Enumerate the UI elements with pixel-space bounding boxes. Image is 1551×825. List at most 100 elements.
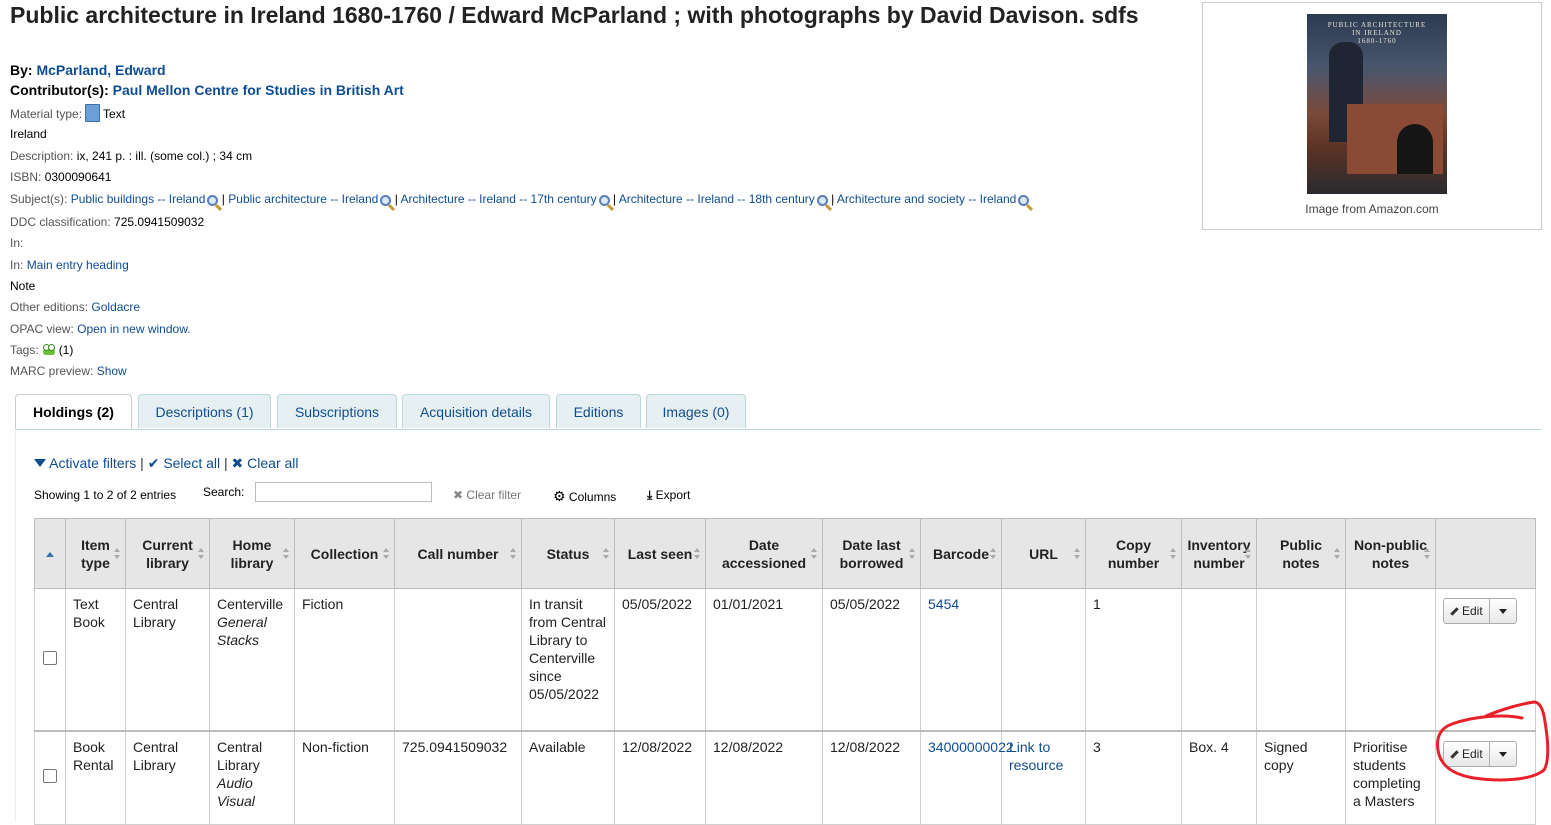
column-header[interactable]: Item type [65,518,126,589]
table-header-row: Item type Current library Home library C… [34,518,1536,589]
isbn-label: ISBN: [10,170,42,184]
material-type: Material type: Text [10,104,125,122]
contributor-link[interactable]: Paul Mellon Centre for Studies in Britis… [113,82,404,98]
url-cell: Link to resource [1001,730,1086,825]
edit-button[interactable]: Edit [1444,599,1490,623]
collection-cell: Fiction [294,588,395,732]
search-icon[interactable] [1018,195,1030,206]
current-library-cell: Central Library [125,730,210,825]
barcode-cell: 5454 [920,588,1002,732]
cover-title: PUBLIC ARCHITECTURE IN IRELAND 1680-1760 [1327,21,1427,45]
place-value: Ireland [10,127,47,141]
column-header[interactable]: Public notes [1256,518,1346,589]
column-header[interactable]: Home library [209,518,295,589]
column-header[interactable]: Current library [125,518,210,589]
cover-caption: Image from Amazon.com [1305,202,1439,216]
close-icon: ✖ [453,488,464,502]
tab-acquisition-details[interactable]: Acquisition details [402,394,550,428]
isbn-value: 0300090641 [44,170,112,184]
search-input[interactable] [255,482,432,502]
main-entry-link[interactable]: Main entry heading [27,258,129,272]
subjects: Subject(s): Public buildings -- Ireland … [10,192,1030,206]
column-header[interactable]: Barcode [920,518,1002,589]
other-editions: Other editions: Goldacre [10,300,140,314]
marc-preview: MARC preview: Show [10,364,127,378]
material-type-value: Text [103,107,126,121]
nonpublic-notes-cell [1345,588,1436,732]
tab-editions[interactable]: Editions [556,394,641,428]
clear-filter-button[interactable]: ✖ Clear filter [453,488,521,502]
description: Description: ix, 241 p. : ill. (some col… [10,149,252,163]
row-checkbox[interactable] [43,769,57,783]
tab-holdings[interactable]: Holdings (2) [15,394,132,430]
cover-image[interactable]: PUBLIC ARCHITECTURE IN IRELAND 1680-1760 [1307,14,1447,194]
page-title: Public architecture in Ireland 1680-1760… [10,2,1139,28]
table-toolbar: Showing 1 to 2 of 2 entries Search: ✖ Cl… [34,482,734,505]
cover-image-box: PUBLIC ARCHITECTURE IN IRELAND 1680-1760… [1202,2,1542,230]
column-header[interactable]: Collection [294,518,395,589]
date-last-borrowed-cell: 12/08/2022 [822,730,921,825]
edit-dropdown-toggle[interactable] [1490,599,1516,623]
description-label: Description: [10,149,74,163]
resource-link[interactable]: Link to resource [1009,739,1063,773]
edit-button-group: Edit [1443,598,1517,624]
search-icon[interactable] [380,195,392,206]
column-header[interactable]: Date accessioned [705,518,823,589]
select-column-header[interactable] [34,518,66,589]
select-all-link[interactable]: Select all [163,455,220,471]
public-notes-cell [1256,588,1346,732]
table-row: Text Book Central Library Centerville Gen… [34,588,1536,732]
place: Ireland [10,127,47,141]
contributor-label: Contributor(s): [10,82,109,98]
ddc-label: DDC classification: [10,215,111,229]
editions-label: Other editions: [10,300,89,314]
activate-filters-link[interactable]: Activate filters [49,455,136,471]
barcode-link[interactable]: 5454 [928,596,959,612]
column-header[interactable]: URL [1001,518,1086,589]
column-header[interactable]: Non-public notes [1345,518,1436,589]
subject-link[interactable]: Architecture -- Ireland -- 18th century [619,192,815,206]
subject-link[interactable]: Public architecture -- Ireland [228,192,378,206]
tags: Tags: (1) [10,343,73,357]
opac-link[interactable]: Open in new window. [77,322,190,336]
tab-images[interactable]: Images (0) [646,394,746,428]
editions-link[interactable]: Goldacre [91,300,140,314]
tab-subscriptions[interactable]: Subscriptions [277,394,397,428]
barcode-cell: 34000000022 [920,730,1014,825]
search-icon[interactable] [816,195,828,206]
search-icon[interactable] [598,195,610,206]
in-field: In: [10,236,23,250]
barcode-link[interactable]: 34000000022 [928,739,1014,755]
author-link[interactable]: McParland, Edward [36,62,165,78]
marc-label: MARC preview: [10,364,94,378]
book-icon [85,104,101,122]
export-button[interactable]: ⤓ Export [647,488,690,503]
column-header[interactable]: Date last borrowed [822,518,921,589]
search-label: Search: [203,485,245,499]
tab-descriptions[interactable]: Descriptions (1) [138,394,271,428]
marc-show-link[interactable]: Show [97,364,127,378]
table-row: Book Rental Central Library Central Libr… [34,730,1536,825]
isbn: ISBN: 0300090641 [10,170,111,184]
column-header[interactable]: Inventory number [1181,518,1257,589]
author-label: By: [10,62,33,78]
date-last-borrowed-cell: 05/05/2022 [822,588,921,732]
annotation-circle [1436,700,1550,782]
date-accessioned-cell: 12/08/2022 [705,730,823,825]
column-header[interactable]: Call number [394,518,522,589]
nonpublic-notes-cell: Prioritise students completing a Masters [1345,730,1436,825]
column-header[interactable]: Copy number [1085,518,1182,589]
ddc-value: 725.0941509032 [114,215,205,229]
subject-link[interactable]: Architecture -- Ireland -- 17th century [400,192,596,206]
inventory-number-cell: Box. 4 [1181,730,1257,825]
clear-all-link[interactable]: Clear all [247,455,298,471]
subject-link[interactable]: Architecture and society -- Ireland [837,192,1016,206]
search-icon[interactable] [207,195,219,206]
row-checkbox[interactable] [43,650,57,665]
columns-button[interactable]: ⚙ Columns [553,488,616,505]
last-seen-cell: 05/05/2022 [614,588,706,732]
column-header[interactable]: Status [521,518,615,589]
column-header[interactable]: Last seen [614,518,706,589]
check-icon: ✔ [147,455,160,471]
subject-link[interactable]: Public buildings -- Ireland [71,192,206,206]
